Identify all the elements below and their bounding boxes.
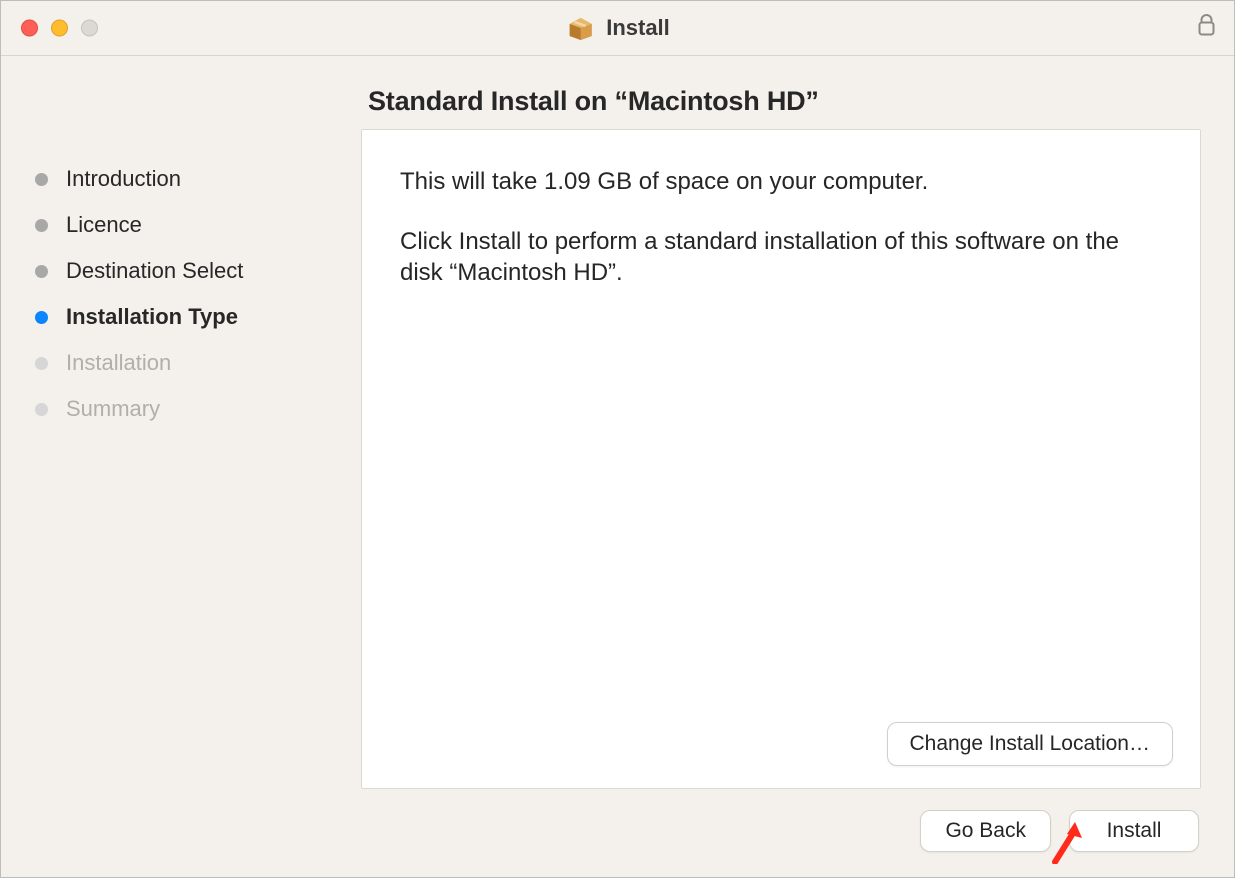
- step-destination-select: Destination Select: [35, 258, 243, 284]
- content-area: Standard Install on “Macintosh HD” Intro…: [1, 56, 1234, 877]
- titlebar: Install: [1, 1, 1234, 56]
- step-dot-icon: [35, 403, 48, 416]
- step-dot-icon: [35, 265, 48, 278]
- footer-buttons: Go Back Install: [920, 810, 1199, 852]
- step-installation-type: Installation Type: [35, 304, 243, 330]
- step-dot-icon: [35, 357, 48, 370]
- install-instruction-text: Click Install to perform a standard inst…: [400, 226, 1162, 289]
- step-label: Introduction: [66, 166, 181, 192]
- step-licence: Licence: [35, 212, 243, 238]
- go-back-button[interactable]: Go Back: [920, 810, 1051, 852]
- window-controls: [21, 20, 98, 37]
- step-label: Destination Select: [66, 258, 243, 284]
- step-label: Installation: [66, 350, 171, 376]
- change-install-location-button[interactable]: Change Install Location…: [887, 722, 1174, 766]
- install-button[interactable]: Install: [1069, 810, 1199, 852]
- step-dot-icon: [35, 173, 48, 186]
- zoom-window-button[interactable]: [81, 20, 98, 37]
- steps-sidebar: Introduction Licence Destination Select …: [35, 166, 243, 422]
- step-label: Licence: [66, 212, 142, 238]
- step-label: Installation Type: [66, 304, 238, 330]
- lock-icon[interactable]: [1197, 14, 1216, 43]
- minimize-window-button[interactable]: [51, 20, 68, 37]
- step-summary: Summary: [35, 396, 243, 422]
- close-window-button[interactable]: [21, 20, 38, 37]
- package-icon: [565, 16, 595, 40]
- window-title-area: Install: [565, 15, 670, 41]
- step-introduction: Introduction: [35, 166, 243, 192]
- page-heading: Standard Install on “Macintosh HD”: [368, 86, 819, 117]
- main-panel: This will take 1.09 GB of space on your …: [361, 129, 1201, 789]
- step-label: Summary: [66, 396, 160, 422]
- step-installation: Installation: [35, 350, 243, 376]
- panel-body: This will take 1.09 GB of space on your …: [362, 130, 1200, 289]
- step-dot-icon: [35, 311, 48, 324]
- space-required-text: This will take 1.09 GB of space on your …: [400, 166, 1162, 198]
- window-title: Install: [606, 15, 670, 41]
- step-dot-icon: [35, 219, 48, 232]
